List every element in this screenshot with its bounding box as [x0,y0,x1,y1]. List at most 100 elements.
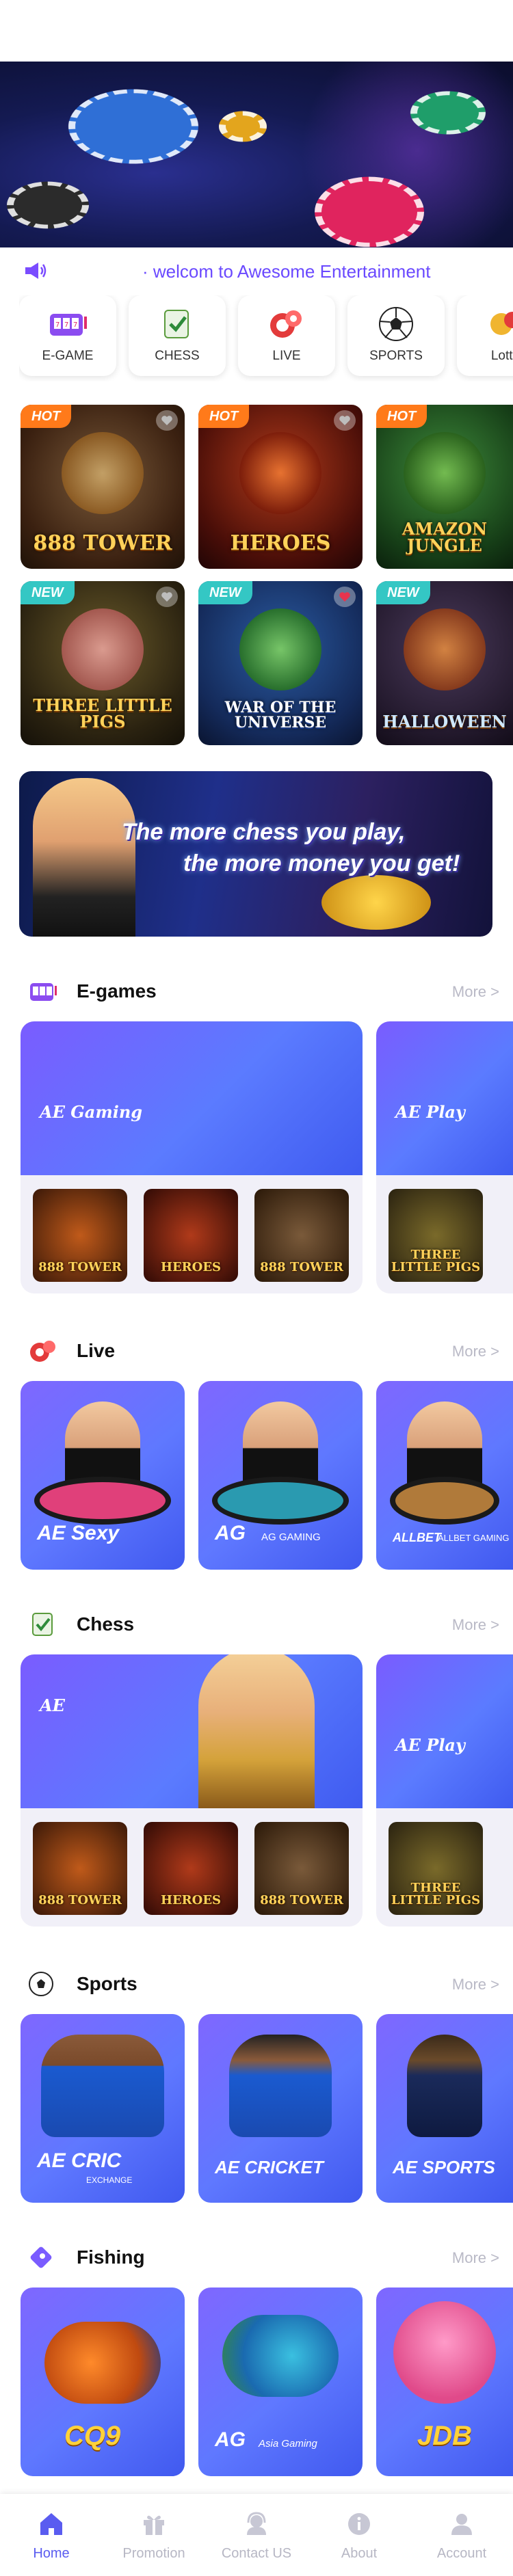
provider-game-tile[interactable]: 888 TOWER [33,1822,127,1915]
provider-game-tile[interactable]: THREE LITTLE PIGS [389,1189,483,1282]
game-artwork [404,608,486,690]
live-provider-card[interactable]: AE Sexy [21,1381,185,1570]
poker-chip-icon [265,305,308,343]
game-title: HEROES [160,1260,222,1274]
player-image [407,2035,482,2137]
category-scroller[interactable]: 777 E-GAME CHESS LIVE SPORTS Lotte [19,295,513,381]
heart-icon[interactable] [334,587,356,607]
provider-game-tile[interactable]: 888 TOWER [254,1822,349,1915]
chess-section-header: Chess More > [27,1607,499,1641]
more-link[interactable]: More > [452,1616,499,1634]
game-artwork [62,432,144,514]
provider-game-tile[interactable]: THREE LITTLE PIGS [389,1822,483,1915]
new-badge: NEW [376,581,430,604]
svg-text:7: 7 [64,321,68,329]
game-tile[interactable]: HOT AMAZON JUNGLE [376,405,513,569]
bottom-tab-bar: Home Promotion Contact US About Account [0,2494,513,2576]
category-sports[interactable]: SPORTS [347,295,445,376]
heart-icon[interactable] [156,587,178,607]
more-link[interactable]: More > [452,1976,499,1994]
provider-banner [376,1654,513,1808]
provider-panel[interactable]: AE Play THREE LITTLE PIGS [376,1021,513,1293]
players-image [41,2035,164,2137]
sports-provider-card[interactable]: AE CRIC EXCHANGE [21,2014,185,2203]
provider-banner [21,1021,363,1175]
provider-game-tile[interactable]: HEROES [144,1189,238,1282]
heart-icon[interactable] [156,410,178,431]
category-lottery[interactable]: Lotte [457,295,513,376]
game-tile[interactable]: HOT HEROES [198,405,363,569]
provider-subtitle: ALLBET GAMING [438,1533,510,1544]
provider-panel[interactable]: AE Gaming 888 TOWER HEROES 888 TOWER [21,1021,363,1293]
game-artwork [239,432,321,514]
tab-about[interactable]: About [308,2494,410,2576]
game-tile[interactable]: NEW HALLOWEEN [376,581,513,745]
live-provider-card[interactable]: AG AG GAMING [198,1381,363,1570]
heart-icon[interactable] [334,410,356,431]
tab-account[interactable]: Account [410,2494,513,2576]
fishing-provider-card[interactable]: JDB [376,2287,513,2476]
game-title: 888 TOWER [38,1260,122,1274]
mahjong-icon [155,305,199,343]
speaker-icon [25,263,47,279]
tab-label: About [341,2546,378,2561]
game-title: AMAZON JUNGLE [402,519,488,555]
fishing-section-header: Fishing More > [27,2240,499,2274]
fishing-provider-card[interactable]: AG Asia Gaming [198,2287,363,2476]
game-tile[interactable]: NEW THREE LITTLE PIGS [21,581,185,745]
game-title: HALLOWEEN [382,712,507,732]
sports-provider-card[interactable]: AE SPORTS [376,2014,513,2203]
poker-chip-icon [30,1341,55,1362]
octopus-image [393,2301,496,2404]
fishing-provider-card[interactable]: CQ9 [21,2287,185,2476]
more-link[interactable]: More > [452,983,499,1001]
provider-game-tile[interactable]: HEROES [144,1822,238,1915]
tab-promotion[interactable]: Promotion [103,2494,205,2576]
svg-text:7: 7 [73,321,77,329]
fish-image [222,2315,339,2397]
section-title: Fishing [77,2246,145,2268]
provider-panel[interactable]: AE 888 TOWER HEROES 888 TOWER [21,1654,363,1927]
provider-logo: AE Play [395,1735,465,1755]
notice-bar[interactable]: · welcom to Awesome Entertainment [0,247,513,295]
provider-brand: JDB [417,2421,473,2451]
player-image [229,2035,332,2137]
poker-chip-image [219,111,267,142]
category-label: LIVE [272,349,301,363]
lottery-icon [484,305,513,343]
sports-provider-card[interactable]: AE CRICKET [198,2014,363,2203]
game-title: 888 TOWER [260,1260,343,1274]
tab-contact[interactable]: Contact US [205,2494,308,2576]
provider-brand: AE SPORTS [393,2157,495,2177]
more-link[interactable]: More > [452,2249,499,2267]
category-label: Lotte [490,349,513,363]
hot-badge: HOT [21,405,72,428]
more-link[interactable]: More > [452,1343,499,1360]
category-live[interactable]: LIVE [238,295,335,376]
game-tile[interactable]: HOT 888 TOWER [21,405,185,569]
game-tile[interactable]: NEW WAR OF THE UNIVERSE [198,581,363,745]
provider-brand: CQ9 [64,2421,121,2451]
promo-line-2: the more money you get! [183,850,460,876]
category-egame[interactable]: 777 E-GAME [19,295,116,376]
category-chess[interactable]: CHESS [129,295,226,376]
provider-game-tile[interactable]: 888 TOWER [33,1189,127,1282]
provider-brand: AG [215,1522,246,1544]
section-title: Chess [77,1613,135,1635]
promo-banner[interactable]: The more chess you play, the more money … [19,771,492,937]
section-title: Sports [77,1973,137,1994]
egames-section-header: E-games More > [27,974,499,1008]
person-icon [447,2509,477,2539]
provider-panel[interactable]: AE Play THREE LITTLE PIGS [376,1654,513,1927]
provider-game-tile[interactable]: 888 TOWER [254,1189,349,1282]
provider-logo: AE Gaming [40,1102,143,1122]
section-title: Live [77,1340,116,1361]
provider-subtitle: AG GAMING [261,1531,321,1543]
soccer-ball-icon [374,305,418,343]
game-title: WAR OF THE UNIVERSE [224,699,337,732]
live-provider-card[interactable]: ALLBET ALLBET GAMING [376,1381,513,1570]
character-image [198,1654,315,1808]
hero-banner[interactable] [0,62,513,247]
tab-home[interactable]: Home [0,2494,103,2576]
game-title: HEROES [160,1893,222,1907]
